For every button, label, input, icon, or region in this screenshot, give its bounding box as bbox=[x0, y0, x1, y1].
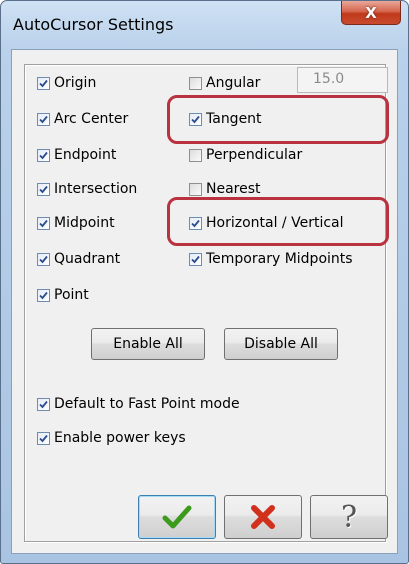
checkbox-label: Angular bbox=[206, 75, 261, 91]
checkbox-nearest[interactable]: Nearest bbox=[189, 179, 261, 199]
checkbox-label: Intersection bbox=[54, 181, 138, 197]
check-icon bbox=[39, 255, 48, 263]
disable-all-button[interactable]: Disable All bbox=[224, 328, 338, 360]
enable-all-button[interactable]: Enable All bbox=[91, 328, 205, 360]
cancel-button[interactable] bbox=[224, 495, 302, 539]
question-icon: ? bbox=[340, 499, 358, 535]
checkbox-box[interactable] bbox=[37, 288, 50, 302]
checkbox-midpoint[interactable]: Midpoint bbox=[37, 213, 115, 233]
checkbox-box[interactable] bbox=[189, 182, 202, 196]
help-button[interactable]: ? bbox=[310, 495, 388, 539]
checkbox-endpoint[interactable]: Endpoint bbox=[37, 145, 116, 165]
checkbox-box[interactable] bbox=[189, 148, 202, 162]
checkbox-label: Nearest bbox=[206, 181, 261, 197]
close-icon: X bbox=[365, 3, 377, 22]
window-title: AutoCursor Settings bbox=[13, 15, 174, 34]
checkbox-box[interactable] bbox=[37, 397, 50, 411]
checkbox-label: Perpendicular bbox=[206, 147, 303, 163]
check-icon bbox=[39, 151, 48, 159]
checkbox-arc-center[interactable]: Arc Center bbox=[37, 109, 128, 129]
x-icon bbox=[251, 505, 275, 529]
close-button[interactable]: X bbox=[341, 1, 401, 25]
checkbox-origin[interactable]: Origin bbox=[37, 73, 96, 93]
dialog-window: AutoCursor Settings X Origin Arc Center … bbox=[0, 0, 409, 564]
highlight-tangent bbox=[167, 95, 389, 144]
check-icon bbox=[39, 434, 48, 442]
checkbox-label: Origin bbox=[54, 75, 97, 91]
highlight-horizontal-vertical bbox=[167, 197, 389, 246]
check-icon bbox=[39, 219, 48, 227]
checkbox-label: Midpoint bbox=[54, 215, 115, 231]
checkbox-label: Endpoint bbox=[54, 147, 117, 163]
checkbox-perpendicular[interactable]: Perpendicular bbox=[189, 145, 302, 165]
checkbox-label: Quadrant bbox=[54, 251, 121, 267]
checkbox-label: Point bbox=[54, 287, 89, 303]
check-icon bbox=[39, 115, 48, 123]
check-icon bbox=[39, 79, 48, 87]
check-icon bbox=[39, 185, 48, 193]
checkbox-box[interactable] bbox=[37, 252, 50, 266]
angle-input[interactable]: 15.0 bbox=[297, 67, 388, 93]
checkbox-box[interactable] bbox=[37, 76, 50, 90]
checkbox-label: Default to Fast Point mode bbox=[54, 396, 240, 412]
check-icon bbox=[39, 400, 48, 408]
checkbox-label: Arc Center bbox=[54, 111, 129, 127]
checkbox-quadrant[interactable]: Quadrant bbox=[37, 249, 120, 269]
checkbox-fast-point-mode[interactable]: Default to Fast Point mode bbox=[37, 394, 240, 414]
checkbox-label: Temporary Midpoints bbox=[206, 251, 353, 267]
checkbox-box[interactable] bbox=[189, 76, 202, 90]
checkbox-box[interactable] bbox=[37, 431, 50, 445]
checkbox-angular[interactable]: Angular bbox=[189, 73, 260, 93]
checkbox-box[interactable] bbox=[189, 252, 202, 266]
checkbox-box[interactable] bbox=[37, 216, 50, 230]
checkbox-box[interactable] bbox=[37, 148, 50, 162]
checkbox-point[interactable]: Point bbox=[37, 285, 89, 305]
checkbox-label: Enable power keys bbox=[54, 430, 186, 446]
check-icon bbox=[191, 255, 200, 263]
checkbox-intersection[interactable]: Intersection bbox=[37, 179, 137, 199]
ok-button[interactable] bbox=[138, 495, 216, 539]
checkbox-box[interactable] bbox=[37, 112, 50, 126]
checkbox-box[interactable] bbox=[37, 182, 50, 196]
checkbox-temporary-midpoints[interactable]: Temporary Midpoints bbox=[189, 249, 353, 269]
checkmark-icon bbox=[162, 505, 192, 529]
checkbox-power-keys[interactable]: Enable power keys bbox=[37, 428, 186, 448]
check-icon bbox=[39, 291, 48, 299]
